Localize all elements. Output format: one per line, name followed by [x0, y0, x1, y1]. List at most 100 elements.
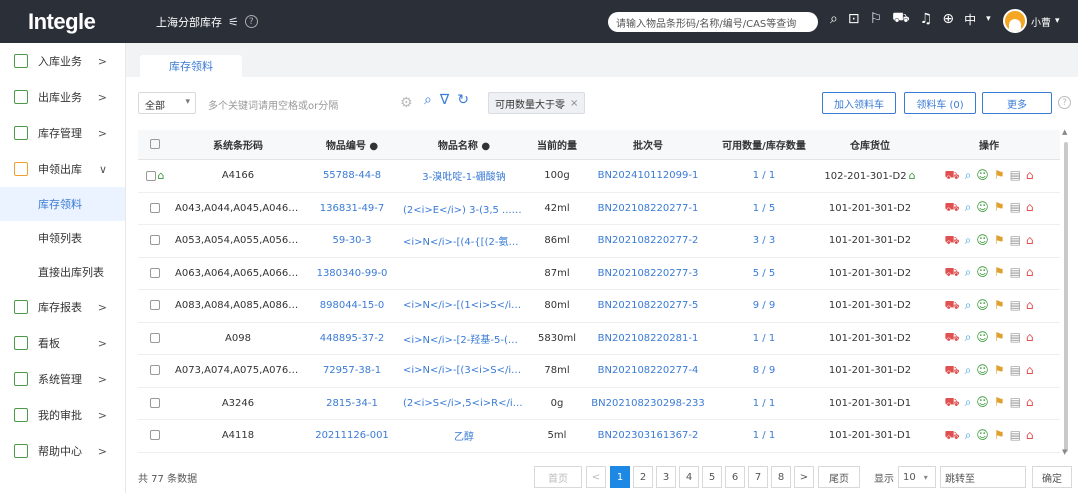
cell-batch-number[interactable]: BN202108220277-4: [586, 365, 710, 376]
search-icon[interactable]: ⌕: [965, 363, 972, 379]
cell-item-code[interactable]: 55788-44-8: [304, 170, 400, 181]
page-button[interactable]: 1: [610, 466, 630, 488]
row-checkbox[interactable]: ⌂: [138, 169, 172, 182]
cell-item-name[interactable]: (2<i>E</i>) 3-(3,5 ...氧...: [400, 201, 528, 216]
help-icon[interactable]: ?: [244, 15, 258, 28]
sidebar-item-requisition[interactable]: 申领出库 ∨: [0, 151, 125, 187]
cell-item-code[interactable]: 448895-37-2: [304, 333, 400, 344]
bell-icon[interactable]: ♫: [920, 11, 933, 27]
trash-icon[interactable]: ▤: [1010, 168, 1021, 184]
scrollbar[interactable]: ▲ ▼: [1062, 128, 1070, 456]
select-all-checkbox[interactable]: [138, 139, 172, 150]
user-icon[interactable]: ☺: [976, 265, 989, 281]
sidebar-item-dashboard[interactable]: 看板 >: [0, 325, 125, 361]
cell-batch-number[interactable]: BN202108220277-5: [586, 300, 710, 311]
sidebar-item-system[interactable]: 系统管理 >: [0, 361, 125, 397]
search-icon[interactable]: ⌕: [965, 233, 972, 249]
chevron-down-icon[interactable]: ▾: [986, 14, 991, 24]
scope-select[interactable]: 全部: [138, 92, 196, 114]
trash-icon[interactable]: ▤: [1010, 363, 1021, 379]
search-icon[interactable]: ⌕: [965, 395, 972, 411]
page-button[interactable]: 7: [748, 466, 768, 488]
tab-stock-pick[interactable]: 库存领料: [140, 55, 242, 77]
package-icon[interactable]: ⚑: [994, 298, 1005, 314]
cell-batch-number[interactable]: BN202108220281-1: [586, 333, 710, 344]
trash-icon[interactable]: ▤: [1010, 395, 1021, 411]
refresh-icon[interactable]: ↻: [457, 92, 469, 108]
row-checkbox[interactable]: [138, 267, 172, 279]
package-icon[interactable]: ⚑: [994, 363, 1005, 379]
row-checkbox[interactable]: [138, 397, 172, 409]
home-icon[interactable]: ⌂: [1026, 168, 1034, 184]
home-icon[interactable]: ⌂: [1026, 200, 1034, 216]
help-icon[interactable]: ?: [1058, 96, 1071, 109]
page-button[interactable]: 2: [633, 466, 653, 488]
table-row[interactable]: A043,A044,A045,A046,A... 136831-49-7 (2<i>…: [138, 193, 1060, 225]
row-checkbox[interactable]: [138, 365, 172, 376]
sidebar-sub-item-requisition-list[interactable]: 申领列表: [0, 221, 125, 255]
sidebar-item-outbound[interactable]: 出库业务 >: [0, 79, 125, 115]
prev-page-button[interactable]: <: [586, 466, 606, 488]
language-label[interactable]: 中: [964, 11, 976, 28]
sidebar-item-help[interactable]: 帮助中心 >: [0, 433, 125, 469]
search-icon[interactable]: ⌕: [965, 200, 972, 216]
add-to-cart-icon[interactable]: ⛟: [944, 395, 959, 411]
user-menu[interactable]: 小曹 ▾: [1003, 9, 1060, 33]
add-to-cart-icon[interactable]: ⛟: [944, 363, 959, 379]
cell-item-name[interactable]: <i>N</i>-[(1<i>S</i>)...: [400, 300, 528, 311]
table-row[interactable]: A3246 2815-34-1 (2<i>S</i>,5<i>R</i>)-... 0…: [138, 388, 1060, 420]
filter-icon[interactable]: ∇: [440, 92, 449, 108]
row-checkbox[interactable]: [138, 430, 172, 441]
table-row[interactable]: A063,A064,A065,A066,A... 1380340-99-0 87ml…: [138, 258, 1060, 290]
sidebar-item-reports[interactable]: 库存报表 >: [0, 289, 125, 325]
trash-icon[interactable]: ▤: [1010, 233, 1021, 249]
user-icon[interactable]: ☺: [976, 363, 989, 379]
keyword-input[interactable]: 多个关键词请用空格或or分隔: [202, 92, 418, 114]
first-page-button[interactable]: 首页: [534, 466, 582, 488]
cell-batch-number[interactable]: BN202108220277-3: [586, 268, 710, 279]
sidebar-item-inbound[interactable]: 入库业务 >: [0, 43, 125, 79]
search-icon[interactable]: ⌕: [965, 265, 972, 281]
cell-item-code[interactable]: 136831-49-7: [304, 203, 400, 214]
global-search-input[interactable]: 请输入物品条形码/名称/编号/CAS等查询: [608, 12, 818, 32]
branch-switcher[interactable]: 上海分部库存 ⚟ ?: [156, 14, 258, 30]
table-row[interactable]: A4118 20211126-001 乙醇 5ml BN202303161367-2 1 …: [138, 420, 1060, 453]
tag-icon[interactable]: ⚐: [870, 11, 883, 27]
table-row[interactable]: A083,A084,A085,A086,A... 898044-15-0 <i>N<…: [138, 290, 1060, 323]
cart-button[interactable]: 领料车 (0): [904, 92, 976, 114]
package-icon[interactable]: ⚑: [994, 265, 1005, 281]
add-to-cart-icon[interactable]: ⛟: [944, 200, 959, 216]
cell-item-code[interactable]: 2815-34-1: [304, 398, 400, 409]
table-row[interactable]: ⌂ A4166 55788-44-8 3-溴吡啶-1-硼酸钠 100g BN2024101…: [138, 160, 1060, 193]
trash-icon[interactable]: ▤: [1010, 200, 1021, 216]
confirm-button[interactable]: 确定: [1032, 466, 1072, 488]
trash-icon[interactable]: ▤: [1010, 330, 1021, 346]
sidebar-sub-item-stock-pick[interactable]: 库存领料: [0, 187, 125, 221]
row-checkbox[interactable]: [138, 235, 172, 246]
close-icon[interactable]: ×: [570, 98, 578, 109]
cart-icon[interactable]: ⛟: [892, 10, 910, 28]
user-icon[interactable]: ☺: [976, 168, 989, 184]
add-to-cart-icon[interactable]: ⛟: [944, 298, 959, 314]
sidebar-item-inventory[interactable]: 库存管理 >: [0, 115, 125, 151]
trash-icon[interactable]: ▤: [1010, 428, 1021, 444]
package-icon[interactable]: ⚑: [994, 428, 1005, 444]
package-icon[interactable]: ⚑: [994, 395, 1005, 411]
add-to-cart-icon[interactable]: ⛟: [944, 428, 959, 444]
search-icon[interactable]: ⌕: [830, 11, 838, 27]
package-icon[interactable]: ⚑: [994, 200, 1005, 216]
user-icon[interactable]: ☺: [976, 200, 989, 216]
scan-icon[interactable]: ⊡: [848, 11, 860, 27]
table-row[interactable]: A053,A054,A055,A056,A... 59-30-3 <i>N</i>-…: [138, 225, 1060, 258]
home-icon[interactable]: ⌂: [1026, 298, 1034, 314]
trash-icon[interactable]: ▤: [1010, 265, 1021, 281]
table-row[interactable]: A073,A074,A075,A076,A... 72957-38-1 <i>N</…: [138, 355, 1060, 388]
cell-item-code[interactable]: 1380340-99-0: [304, 268, 400, 279]
column-header[interactable]: 物品编号 ●: [304, 137, 400, 152]
cell-batch-number[interactable]: BN202108220277-1: [586, 203, 710, 214]
search-icon[interactable]: ⌕: [965, 330, 972, 346]
add-to-cart-icon[interactable]: ⛟: [944, 330, 959, 346]
cell-item-name[interactable]: <i>N</i>-[(3<i>S</i>)...: [400, 365, 528, 376]
home-icon[interactable]: ⌂: [1026, 265, 1034, 281]
add-to-cart-icon[interactable]: ⛟: [944, 168, 959, 184]
